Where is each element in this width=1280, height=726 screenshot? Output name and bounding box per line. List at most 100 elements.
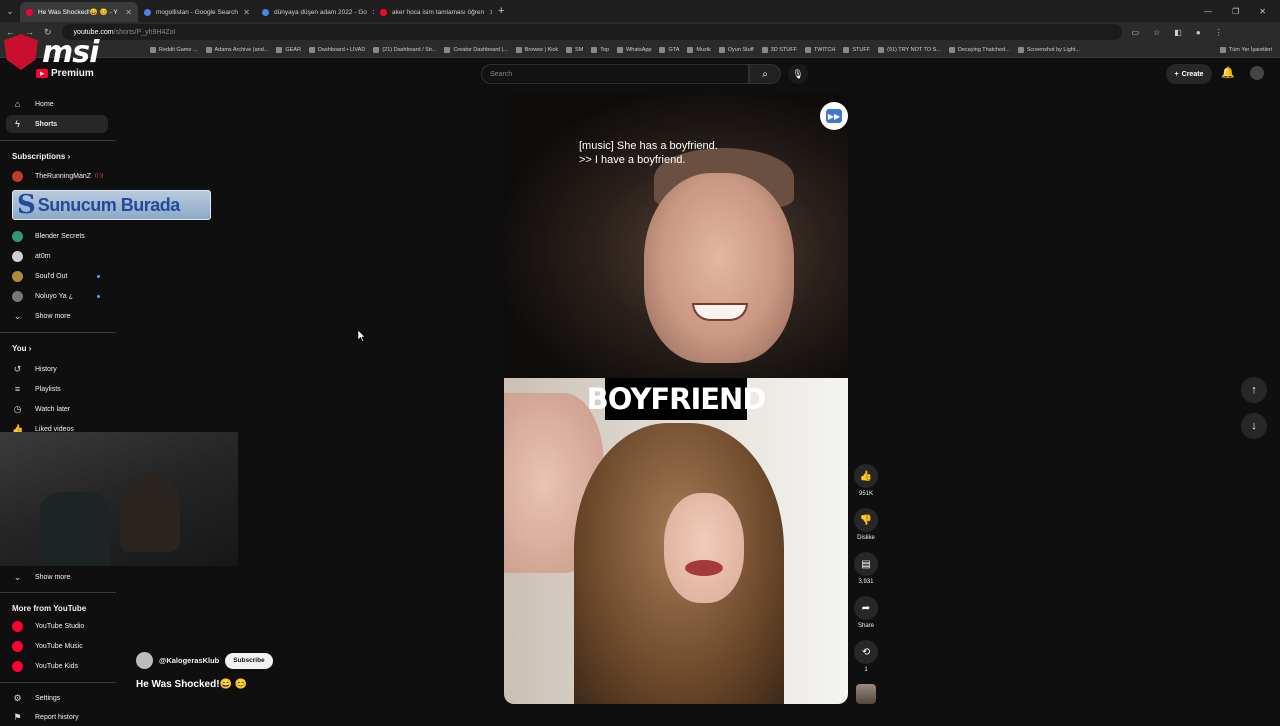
close-window-icon[interactable]: ✕ (1259, 7, 1266, 16)
sidebar-item-souldout[interactable]: Soul'd Out (6, 267, 108, 285)
profile-icon[interactable]: ● (1196, 28, 1201, 37)
sidebar-item-shorts[interactable]: ϟ Shorts (6, 115, 108, 133)
bookmark-icon (617, 46, 624, 53)
bookmark-icon (276, 46, 283, 53)
bookmark-item[interactable]: GTA (659, 46, 679, 53)
channel-avatar[interactable] (136, 652, 153, 669)
bookmark-star-icon[interactable]: ☆ (1153, 28, 1160, 37)
sidebar-item-history[interactable]: ↺ History (6, 360, 108, 378)
close-tab-icon[interactable]: ✕ (489, 8, 492, 17)
bookmark-item[interactable]: Creator Dashboard |... (444, 46, 508, 53)
dislike-button[interactable]: 👎 (854, 508, 878, 532)
previous-short-button[interactable]: ↑ (1241, 377, 1267, 403)
notifications-bell-icon[interactable]: 🔔 (1221, 66, 1235, 79)
divider (0, 592, 116, 593)
address-bar[interactable]: youtube.com/shorts/P_yh9H4ZoI (61, 24, 1122, 40)
folder-icon (1219, 46, 1226, 53)
bookmark-item[interactable]: GEAR (276, 46, 301, 53)
subscriptions-heading[interactable]: Subscriptions › (12, 152, 70, 161)
install-icon[interactable]: ▭ (1132, 28, 1140, 37)
bookmark-label: Adams Archive (and... (214, 46, 269, 53)
extensions-icon[interactable]: ◧ (1174, 28, 1182, 37)
sidebar-item-youtube-studio[interactable]: YouTube Studio (6, 617, 108, 635)
sidebar-item-youtube-music[interactable]: YouTube Music (6, 637, 108, 655)
tab-youtube-video[interactable]: aker hoca isim tamlaması öğren ✕ (374, 2, 492, 22)
bookmark-item[interactable]: 3D STUFF (761, 46, 797, 53)
bookmark-item[interactable]: WhatsApp (617, 46, 652, 53)
bookmark-item[interactable]: SM (565, 46, 583, 53)
sidebar-item-playlists[interactable]: ≡ Playlists (6, 380, 108, 398)
bookmark-item[interactable]: Reddit Game ... (150, 46, 198, 53)
bookmark-icon (308, 46, 315, 53)
sidebar-item-youtube-kids[interactable]: YouTube Kids (6, 657, 108, 675)
sidebar-item-watch-later[interactable]: ◷ Watch later (6, 400, 108, 418)
caption-line: [music] She has a boyfriend. (579, 140, 718, 152)
search-button[interactable]: ⌕ (749, 64, 781, 84)
chevron-right-icon: › (28, 344, 32, 353)
sidebar-item-noluyo-ya[interactable]: Noluyo Ya ¿ (6, 287, 108, 305)
youtube-favicon-icon (26, 8, 33, 16)
tab-youtube-short[interactable]: He Was Shocked!😄 😊 - Y ✕ (20, 2, 138, 22)
sidebar-item-blender-secrets[interactable]: Blender Secrets (6, 227, 108, 245)
tab-google-search-2[interactable]: dünyaya düşen adam 2022 - Go ✕ (256, 2, 374, 22)
tab-search-icon[interactable]: ⌄ (0, 0, 20, 22)
tab-google-search-1[interactable]: mogollistan - Google Search ✕ (138, 2, 256, 22)
show-more-subscriptions[interactable]: ⌄ Show more (6, 307, 108, 325)
playlists-icon: ≡ (14, 384, 21, 394)
plus-icon: + (1174, 70, 1179, 78)
youtube-play-icon: ▶ (36, 69, 48, 78)
sidebar-item-report-history[interactable]: ⚑ Report history (6, 708, 108, 726)
bookmark-label: WhatsApp (626, 46, 652, 53)
arrow-down-icon: ↓ (1251, 420, 1257, 432)
subscribe-button[interactable]: Subscribe (225, 652, 273, 669)
like-button[interactable]: 👍 (854, 464, 878, 488)
account-avatar[interactable] (1250, 66, 1264, 80)
bookmark-item[interactable]: Muzik (687, 46, 711, 53)
thumbs-down-icon: 👎 (859, 514, 873, 526)
bookmark-item[interactable]: Decaying Thatched... (948, 46, 1010, 53)
sound-thumbnail[interactable] (856, 684, 876, 704)
minimize-icon[interactable]: — (1204, 7, 1212, 16)
channel-name[interactable]: @KalogerasKlub (159, 656, 219, 665)
voice-search-button[interactable]: 🎙 (788, 64, 808, 84)
bookmark-item[interactable]: Screenshot by Light... (1017, 46, 1080, 53)
bookmark-label: TWITCH (813, 46, 836, 53)
comment-icon: ▤ (861, 558, 871, 570)
next-short-button[interactable]: ↓ (1241, 413, 1267, 439)
bookmark-item[interactable]: (91) TRY NOT TO S... (878, 46, 941, 53)
share-button[interactable]: ➦ (854, 596, 878, 620)
show-more-you[interactable]: ⌄ Show more (6, 568, 108, 586)
create-button[interactable]: + Create (1166, 64, 1212, 84)
bookmark-item[interactable]: Oyun Stuff (718, 46, 754, 53)
search-input[interactable]: Search (481, 64, 749, 84)
bookmark-icon (843, 46, 850, 53)
bookmark-item[interactable]: Adams Archive (and... (205, 46, 269, 53)
sidebar-item-therunningmanz[interactable]: TheRunningManZ ((·)) (6, 167, 108, 185)
bookmark-item[interactable]: TWITCH (804, 46, 836, 53)
sidebar-item-label: Shorts (35, 120, 58, 128)
bookmark-item[interactable]: (21) Dashboard / Str... (373, 46, 436, 53)
close-tab-icon[interactable]: ✕ (243, 8, 250, 17)
menu-icon[interactable]: ⋮ (1215, 28, 1223, 37)
bookmark-item[interactable]: Browse | Kick (515, 46, 558, 53)
close-tab-icon[interactable]: ✕ (125, 8, 132, 17)
comments-button[interactable]: ▤ (854, 552, 878, 576)
bookmark-item[interactable]: Top (591, 46, 609, 53)
flag-icon: ⚑ (13, 711, 22, 722)
maximize-icon[interactable]: ❐ (1232, 7, 1239, 16)
bookmark-item[interactable]: STUFF (843, 46, 870, 53)
sidebar-item-settings[interactable]: ⚙ Settings (6, 689, 108, 707)
new-content-dot (97, 294, 100, 298)
share-label: Share (857, 623, 874, 629)
sidebar-item-at0m[interactable]: at0m (6, 247, 108, 265)
new-tab-button[interactable]: + (498, 5, 504, 17)
remix-button[interactable]: ⟲ (854, 640, 878, 664)
sidebar-item-label: YouTube Studio (35, 622, 85, 630)
girl-face (664, 493, 744, 603)
bookmark-item[interactable]: Dashboard • LIVAD (308, 46, 365, 53)
skip-ahead-button[interactable]: ▶▶ (820, 102, 848, 130)
all-bookmarks[interactable]: Tüm Yer İşaretleri (1219, 46, 1280, 53)
sidebar-item-home[interactable]: ⌂ Home (6, 95, 108, 113)
short-video-player[interactable]: [music] She has a boyfriend. >> I have a… (504, 93, 848, 704)
you-heading[interactable]: You › (12, 344, 31, 353)
